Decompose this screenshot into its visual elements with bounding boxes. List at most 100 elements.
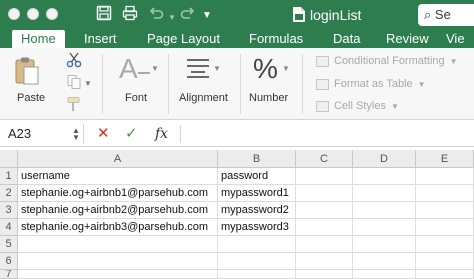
alignment-label: Alignment xyxy=(179,92,228,104)
cell[interactable]: mypassword2 xyxy=(218,202,296,219)
ribbon-divider xyxy=(168,54,169,114)
cell[interactable] xyxy=(296,202,353,219)
cell[interactable] xyxy=(218,253,296,270)
cell[interactable] xyxy=(296,236,353,253)
redo-icon[interactable] xyxy=(180,5,196,21)
document-title: loginList xyxy=(310,7,362,23)
alignment-dropdown-icon[interactable]: ▼ xyxy=(213,64,221,73)
cell[interactable] xyxy=(296,219,353,236)
cell[interactable]: mypassword3 xyxy=(218,219,296,236)
cell[interactable] xyxy=(416,253,474,270)
cell[interactable] xyxy=(416,270,474,279)
cell[interactable] xyxy=(296,168,353,185)
conditional-formatting-button[interactable]: Conditional Formatting ▼ xyxy=(316,55,458,67)
select-all-corner[interactable] xyxy=(0,150,18,168)
cell[interactable]: password xyxy=(218,168,296,185)
tab-insert[interactable]: Insert xyxy=(84,30,117,48)
close-window-button[interactable] xyxy=(8,8,20,20)
copy-dropdown-icon[interactable]: ▼ xyxy=(84,79,92,88)
cell[interactable] xyxy=(353,185,416,202)
ribbon: Paste ▼ A ▼ Font ▼ Alignment % ▼ Number … xyxy=(0,48,474,120)
column-header[interactable]: D xyxy=(353,150,416,168)
insert-function-button[interactable]: fx xyxy=(155,125,168,143)
alignment-icon[interactable] xyxy=(186,58,210,83)
cell-styles-button[interactable]: Cell Styles ▼ xyxy=(316,100,399,112)
ribbon-tabs: Home Insert Page Layout Formulas Data Re… xyxy=(0,30,474,48)
row-header[interactable]: 3 xyxy=(0,202,18,219)
cell[interactable] xyxy=(296,270,353,279)
format-painter-icon[interactable] xyxy=(66,96,82,117)
row-header[interactable]: 4 xyxy=(0,219,18,236)
row-header[interactable]: 1 xyxy=(0,168,18,185)
title-bar: ▼ ▼ loginList ⌕ Se xyxy=(0,0,474,30)
customize-toolbar-icon[interactable]: ▼ xyxy=(202,7,212,25)
cell[interactable] xyxy=(353,168,416,185)
column-header[interactable]: B xyxy=(218,150,296,168)
cell[interactable] xyxy=(296,253,353,270)
row-header[interactable]: 6 xyxy=(0,253,18,270)
spreadsheet-grid[interactable]: A B C D E 1 username password 2 stephani… xyxy=(0,150,474,279)
save-icon[interactable] xyxy=(96,5,112,21)
cell[interactable] xyxy=(416,168,474,185)
formula-input[interactable] xyxy=(186,125,470,143)
cell[interactable]: stephanie.og+airbnb3@parsehub.com xyxy=(18,219,218,236)
conditional-formatting-dropdown-icon: ▼ xyxy=(449,56,458,66)
search-icon: ⌕ xyxy=(424,7,432,22)
cancel-entry-icon[interactable]: ✕ xyxy=(97,125,110,143)
cell[interactable]: mypassword1 xyxy=(218,185,296,202)
name-box-stepper-icon[interactable]: ▲ ▼ xyxy=(72,127,80,142)
tab-page-layout[interactable]: Page Layout xyxy=(147,30,220,48)
cell[interactable] xyxy=(218,270,296,279)
copy-icon[interactable] xyxy=(66,74,82,95)
tab-view[interactable]: Vie xyxy=(446,30,465,48)
format-as-table-button[interactable]: Format as Table ▼ xyxy=(316,78,426,90)
minimize-window-button[interactable] xyxy=(27,8,39,20)
confirm-entry-icon[interactable]: ✓ xyxy=(125,125,138,143)
tab-review[interactable]: Review xyxy=(386,30,429,48)
row-header[interactable]: 2 xyxy=(0,185,18,202)
cell[interactable] xyxy=(353,253,416,270)
cell[interactable] xyxy=(416,219,474,236)
font-icon[interactable]: A xyxy=(119,54,138,84)
cell[interactable] xyxy=(18,270,218,279)
cell[interactable] xyxy=(353,219,416,236)
search-field[interactable]: ⌕ Se xyxy=(418,4,474,26)
column-header[interactable]: E xyxy=(416,150,474,168)
tab-home[interactable]: Home xyxy=(12,30,65,48)
cell[interactable] xyxy=(353,236,416,253)
zoom-window-button[interactable] xyxy=(46,8,58,20)
cell[interactable] xyxy=(18,236,218,253)
tab-formulas[interactable]: Formulas xyxy=(249,30,303,48)
ribbon-divider xyxy=(102,54,103,114)
cell[interactable] xyxy=(353,202,416,219)
row-header[interactable]: 5 xyxy=(0,236,18,253)
font-dropdown-icon[interactable]: ▼ xyxy=(151,64,159,73)
cell[interactable]: username xyxy=(18,168,218,185)
font-icon-underline xyxy=(138,72,150,74)
cell[interactable] xyxy=(416,185,474,202)
cell[interactable] xyxy=(416,236,474,253)
cell[interactable] xyxy=(218,236,296,253)
percent-icon[interactable]: % xyxy=(253,53,278,85)
column-header[interactable]: A xyxy=(18,150,218,168)
format-as-table-label: Format as Table xyxy=(334,78,413,90)
cell-styles-icon xyxy=(316,100,329,112)
row-header[interactable]: 7 xyxy=(0,270,18,279)
search-label: Se xyxy=(434,7,451,22)
print-icon[interactable] xyxy=(122,5,138,21)
undo-icon[interactable] xyxy=(148,5,164,21)
cell[interactable] xyxy=(416,202,474,219)
cell[interactable] xyxy=(296,185,353,202)
paste-label: Paste xyxy=(17,92,46,104)
paste-icon[interactable] xyxy=(14,56,40,91)
undo-dropdown-icon[interactable]: ▼ xyxy=(168,9,176,27)
formula-bar: A23 ▲ ▼ ✕ ✓ fx xyxy=(0,121,474,147)
cell[interactable] xyxy=(18,253,218,270)
column-header[interactable]: C xyxy=(296,150,353,168)
cell[interactable]: stephanie.og+airbnb2@parsehub.com xyxy=(18,202,218,219)
cell[interactable] xyxy=(353,270,416,279)
cell[interactable]: stephanie.og+airbnb1@parsehub.com xyxy=(18,185,218,202)
tab-data[interactable]: Data xyxy=(333,30,360,48)
cut-icon[interactable] xyxy=(66,52,82,73)
number-dropdown-icon[interactable]: ▼ xyxy=(282,64,290,73)
